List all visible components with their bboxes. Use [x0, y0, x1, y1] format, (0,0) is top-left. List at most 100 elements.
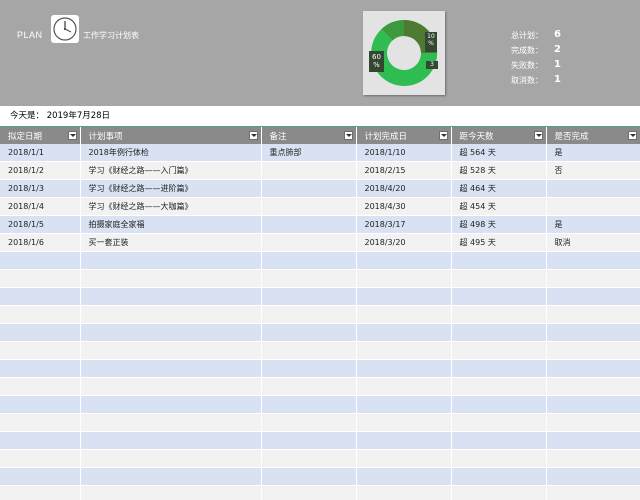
table-cell[interactable] [451, 359, 547, 378]
table-cell[interactable] [0, 287, 81, 306]
table-cell[interactable] [451, 485, 547, 500]
table-cell[interactable]: 超 498 天 [451, 215, 547, 234]
table-cell[interactable]: 2018/1/1 [0, 144, 81, 162]
table-cell[interactable]: 学习《财经之路——大咖篇》 [80, 197, 262, 216]
table-cell[interactable] [80, 251, 262, 270]
table-cell[interactable] [451, 251, 547, 270]
table-cell[interactable]: 重点肺部 [261, 144, 357, 162]
table-cell[interactable] [546, 287, 640, 306]
table-cell[interactable] [261, 449, 357, 468]
table-cell[interactable] [80, 359, 262, 378]
table-cell[interactable] [0, 467, 81, 486]
table-cell[interactable] [546, 341, 640, 360]
table-cell[interactable] [0, 269, 81, 288]
table-cell[interactable]: 拍摄家庭全家福 [80, 215, 262, 234]
filter-dropdown-icon[interactable] [343, 131, 353, 140]
table-cell[interactable] [261, 251, 357, 270]
table-cell[interactable]: 2018/1/6 [0, 233, 81, 252]
table-cell[interactable] [261, 233, 357, 252]
table-cell[interactable] [0, 323, 81, 342]
table-cell[interactable] [356, 413, 452, 432]
table-cell[interactable] [80, 305, 262, 324]
table-cell[interactable] [356, 323, 452, 342]
table-cell[interactable]: 2018/1/10 [356, 144, 452, 162]
filter-dropdown-icon[interactable] [67, 131, 77, 140]
table-cell[interactable]: 2018/1/4 [0, 197, 81, 216]
table-cell[interactable]: 2018/2/15 [356, 161, 452, 180]
table-cell[interactable]: 2018年例行体检 [80, 144, 262, 162]
table-cell[interactable]: 超 564 天 [451, 144, 547, 162]
table-cell[interactable]: 2018/3/17 [356, 215, 452, 234]
table-cell[interactable] [0, 485, 81, 500]
table-cell[interactable] [80, 323, 262, 342]
table-cell[interactable] [546, 449, 640, 468]
table-cell[interactable] [80, 449, 262, 468]
table-cell[interactable] [546, 413, 640, 432]
table-cell[interactable] [451, 341, 547, 360]
table-cell[interactable] [546, 359, 640, 378]
table-cell[interactable] [356, 251, 452, 270]
table-cell[interactable]: 学习《财经之路——进阶篇》 [80, 179, 262, 198]
table-cell[interactable] [356, 485, 452, 500]
table-cell[interactable]: 2018/1/3 [0, 179, 81, 198]
table-cell[interactable] [261, 413, 357, 432]
filter-dropdown-icon[interactable] [248, 131, 258, 140]
filter-dropdown-icon[interactable] [533, 131, 543, 140]
table-cell[interactable] [261, 179, 357, 198]
table-cell[interactable] [546, 305, 640, 324]
table-cell[interactable] [80, 377, 262, 396]
table-cell[interactable] [261, 161, 357, 180]
table-cell[interactable] [261, 287, 357, 306]
table-cell[interactable] [546, 395, 640, 414]
table-cell[interactable] [356, 305, 452, 324]
table-cell[interactable] [80, 431, 262, 450]
table-cell[interactable]: 超 528 天 [451, 161, 547, 180]
table-cell[interactable] [80, 341, 262, 360]
table-cell[interactable] [546, 431, 640, 450]
table-cell[interactable] [261, 305, 357, 324]
table-cell[interactable] [546, 323, 640, 342]
table-cell[interactable] [451, 287, 547, 306]
table-cell[interactable]: 2018/1/2 [0, 161, 81, 180]
table-cell[interactable] [451, 467, 547, 486]
table-cell[interactable] [451, 413, 547, 432]
table-cell[interactable] [451, 449, 547, 468]
table-cell[interactable] [356, 359, 452, 378]
table-cell[interactable] [546, 197, 640, 216]
table-cell[interactable] [356, 269, 452, 288]
table-cell[interactable] [451, 395, 547, 414]
table-cell[interactable] [546, 269, 640, 288]
table-cell[interactable] [0, 305, 81, 324]
table-cell[interactable] [546, 467, 640, 486]
table-cell[interactable] [80, 287, 262, 306]
table-cell[interactable] [80, 269, 262, 288]
table-cell[interactable]: 是 [546, 144, 640, 162]
table-cell[interactable] [80, 395, 262, 414]
table-cell[interactable] [261, 395, 357, 414]
table-cell[interactable]: 2018/4/20 [356, 179, 452, 198]
table-cell[interactable] [356, 377, 452, 396]
table-cell[interactable] [261, 377, 357, 396]
table-cell[interactable] [546, 485, 640, 500]
table-cell[interactable]: 是 [546, 215, 640, 234]
table-cell[interactable] [451, 377, 547, 396]
filter-dropdown-icon[interactable] [627, 131, 637, 140]
table-cell[interactable] [546, 377, 640, 396]
table-cell[interactable] [261, 215, 357, 234]
table-cell[interactable] [261, 359, 357, 378]
table-cell[interactable] [546, 251, 640, 270]
table-cell[interactable] [0, 431, 81, 450]
table-cell[interactable]: 超 454 天 [451, 197, 547, 216]
table-cell[interactable] [356, 467, 452, 486]
table-cell[interactable]: 买一套正装 [80, 233, 262, 252]
table-cell[interactable] [261, 323, 357, 342]
table-cell[interactable] [0, 413, 81, 432]
table-cell[interactable] [0, 395, 81, 414]
table-cell[interactable] [261, 467, 357, 486]
table-cell[interactable] [261, 269, 357, 288]
table-cell[interactable] [261, 341, 357, 360]
table-cell[interactable] [0, 377, 81, 396]
table-cell[interactable]: 取消 [546, 233, 640, 252]
table-cell[interactable] [261, 485, 357, 500]
table-cell[interactable] [261, 431, 357, 450]
